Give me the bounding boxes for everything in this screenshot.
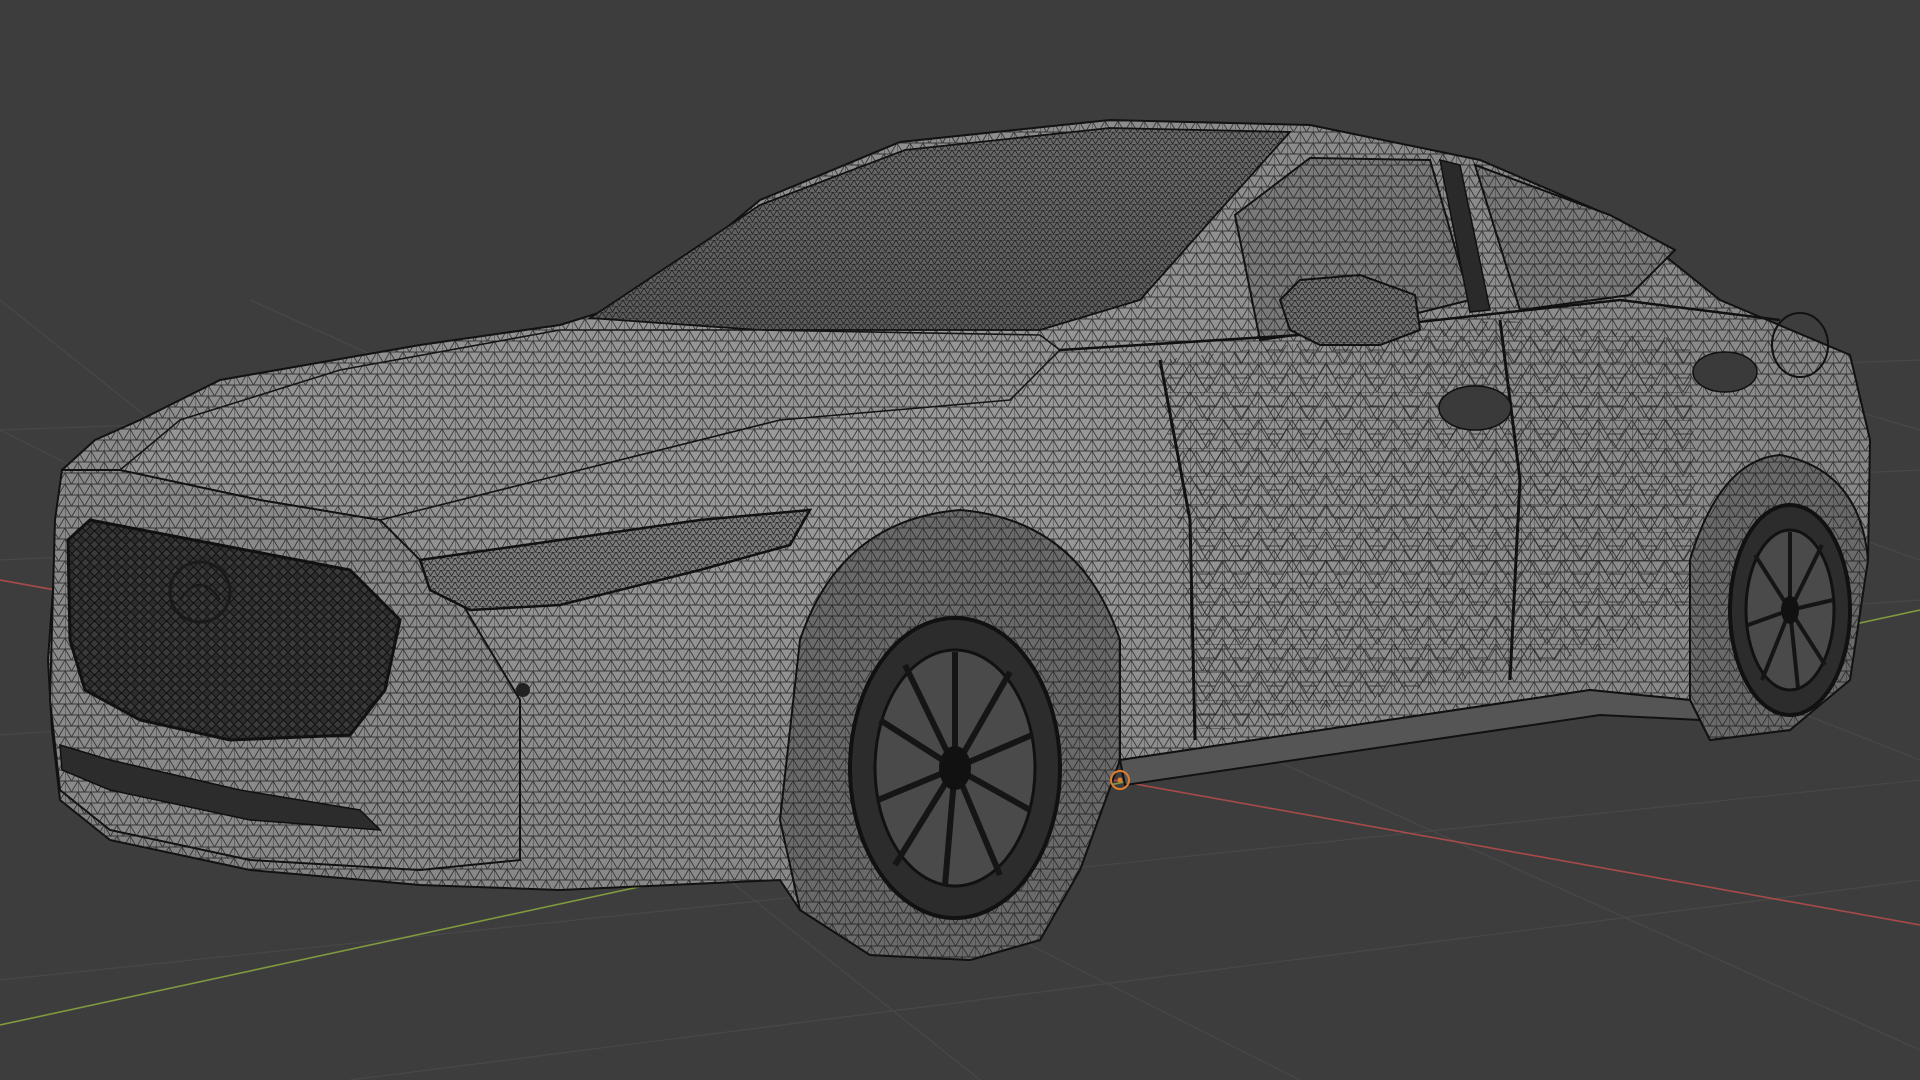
car-model[interactable] <box>46 118 1872 962</box>
door-handle-front[interactable] <box>1438 385 1512 431</box>
3d-viewport[interactable] <box>0 0 1920 1080</box>
door-handle-rear[interactable] <box>1692 351 1758 393</box>
front-wheel-hub <box>939 746 971 790</box>
rear-wheel-hub <box>1781 596 1799 624</box>
front-wheel[interactable] <box>848 616 1062 920</box>
object-origin-dot <box>1117 777 1123 783</box>
parking-sensor <box>516 683 530 697</box>
rear-wheel[interactable] <box>1728 503 1852 717</box>
viewport-canvas[interactable] <box>0 0 1920 1080</box>
